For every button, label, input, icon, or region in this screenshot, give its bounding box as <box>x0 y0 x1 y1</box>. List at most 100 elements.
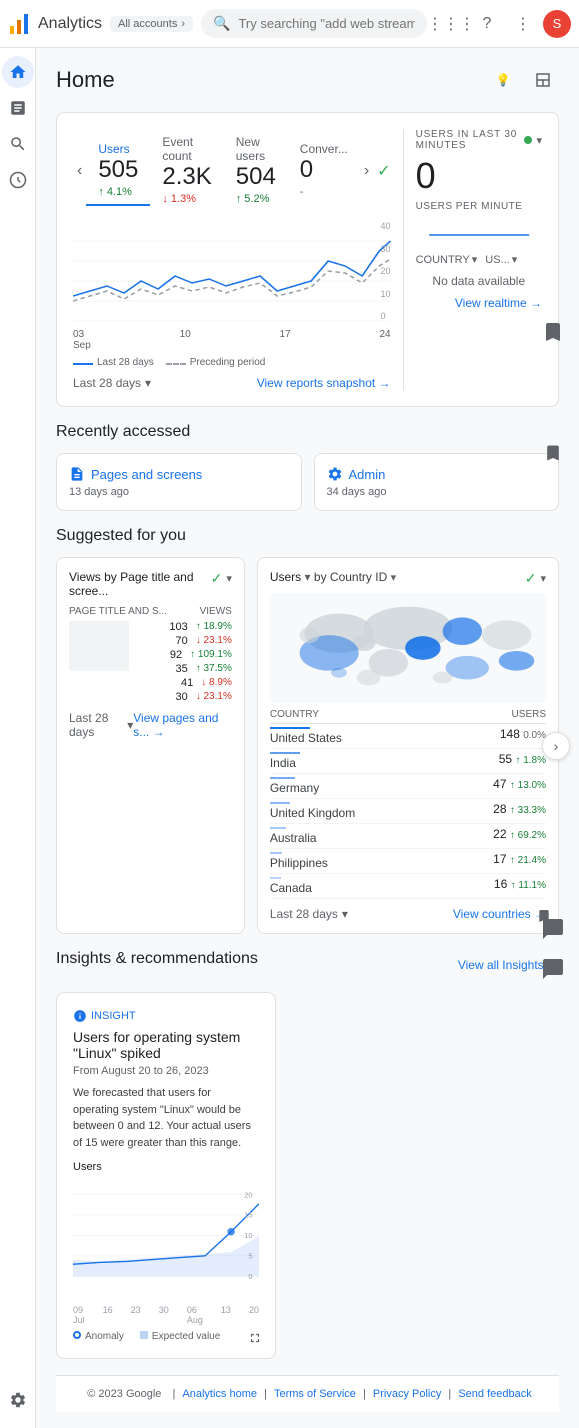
sidebar-item-reports[interactable] <box>2 92 34 124</box>
recent-item-pages[interactable]: Pages and screens 13 days ago <box>56 453 302 511</box>
svg-text:10: 10 <box>244 1231 252 1240</box>
compare-icon[interactable] <box>527 64 559 96</box>
recent-pages-sub: 13 days ago <box>69 486 289 498</box>
tab-event-count[interactable]: Event count 2.3K ↓ 1.3% <box>150 129 223 213</box>
country-row-germany: Germany 47 ↑ 13.0% <box>270 774 546 799</box>
main-content: Home 💡 ‹ Users 505 ↑ 4.1% <box>36 48 579 1428</box>
metrics-left: ‹ Users 505 ↑ 4.1% Event count 2.3K ↓ 1.… <box>73 129 391 390</box>
metrics-row: ‹ Users 505 ↑ 4.1% Event count 2.3K ↓ 1.… <box>73 129 542 390</box>
suggested-next-btn[interactable]: › <box>542 732 570 760</box>
home-icon <box>9 63 27 81</box>
recently-accessed-grid: Pages and screens 13 days ago Admin 34 d… <box>56 453 559 511</box>
country-row-us: United States 148 0.0% <box>270 724 546 749</box>
view-pages-link[interactable]: View pages and s... → <box>133 711 232 739</box>
analytics-logo-icon <box>8 12 32 36</box>
metrics-chart-svg <box>73 221 391 321</box>
more-icon[interactable]: ⋮ <box>507 8 539 40</box>
app-logo: Analytics <box>8 12 102 36</box>
tab-users[interactable]: Users 505 ↑ 4.1% <box>86 136 150 206</box>
apps-icon[interactable]: ⋮⋮⋮ <box>435 8 467 40</box>
search-bar[interactable]: 🔍 <box>201 9 427 38</box>
search-input[interactable] <box>238 16 415 31</box>
insights-header: Insights & recommendations View all Insi… <box>56 950 559 980</box>
check-icon: ✓ <box>211 570 223 587</box>
card2-date-range[interactable]: Last 28 days ▾ <box>270 907 348 921</box>
avatar[interactable]: S <box>543 10 571 38</box>
date-range-selector[interactable]: Last 28 days ▾ <box>73 376 151 390</box>
country-row-canada: Canada 16 ↑ 11.1% <box>270 874 546 899</box>
suggested-card-countries: Users ▾ by Country ID ▾ ✓ ▾ <box>257 557 559 934</box>
suggested-card1-header: Views by Page title and scree... ✓ ▾ <box>69 570 232 600</box>
sidebar-item-advertising[interactable] <box>2 164 34 196</box>
insights-section: Insights & recommendations View all Insi… <box>56 950 559 1359</box>
sidebar-item-settings[interactable] <box>2 1384 34 1416</box>
lightbulb-icon[interactable]: 💡 <box>487 64 519 96</box>
footer-link-feedback[interactable]: Send feedback <box>458 1388 531 1400</box>
footer-link-privacy[interactable]: Privacy Policy <box>373 1388 441 1400</box>
suggested-card1-columns: PAGE TITLE AND S... VIEWS <box>69 606 232 617</box>
floating-chat-btn-1[interactable] <box>541 917 565 944</box>
country-row-australia: Australia 22 ↑ 69.2% <box>270 824 546 849</box>
suggested-card2-header: Users ▾ by Country ID ▾ ✓ ▾ <box>270 570 546 587</box>
sidebar-item-home[interactable] <box>2 56 34 88</box>
view-countries-link[interactable]: View countries → <box>453 907 546 921</box>
realtime-header: USERS IN LAST 30 MINUTES ▾ <box>416 129 542 151</box>
floating-chat-btn-2[interactable] <box>541 957 565 984</box>
country-filter: COUNTRY ▾ US... ▾ <box>416 253 542 266</box>
tab-conversions[interactable]: Conver... 0 - <box>288 136 360 206</box>
realtime-status: ▾ <box>524 134 542 147</box>
prev-metric-btn[interactable]: ‹ <box>73 158 86 184</box>
green-dot-icon <box>524 136 532 144</box>
recent-item-admin[interactable]: Admin 34 days ago <box>314 453 560 511</box>
recent-pages-title: Pages and screens <box>69 466 289 482</box>
insights-title: Insights & recommendations <box>56 950 258 968</box>
page-header: Home 💡 <box>56 64 559 96</box>
insights-card: INSIGHT Users for operating system "Linu… <box>56 992 276 1359</box>
floating-save-btn[interactable] <box>541 320 565 347</box>
sidebar-bottom <box>2 1384 34 1428</box>
world-map-svg <box>270 593 546 703</box>
sidebar <box>0 48 36 1428</box>
app-title: Analytics <box>38 15 102 33</box>
world-map <box>270 593 546 703</box>
view-reports-link[interactable]: View reports snapshot → <box>257 376 391 390</box>
realtime-subtitle: USERS PER MINUTE <box>416 201 542 212</box>
country-table: COUNTRY USERS United States 148 0.0% <box>270 709 546 899</box>
us-filter-btn[interactable]: US... ▾ <box>485 253 517 266</box>
footer-link-tos[interactable]: Terms of Service <box>274 1388 356 1400</box>
suggested-section: Suggested for you Views by Page title an… <box>56 527 559 934</box>
chart-footer: Last 28 days ▾ View reports snapshot → <box>73 376 391 390</box>
card1-date-range[interactable]: Last 28 days ▾ <box>69 711 133 739</box>
next-metric-btn[interactable]: › <box>360 158 373 184</box>
insight-tag: INSIGHT <box>73 1009 259 1023</box>
realtime-footer: View realtime → <box>416 296 542 310</box>
footer-copyright: © 2023 Google <box>87 1388 161 1400</box>
svg-text:5: 5 <box>248 1252 252 1261</box>
sidebar-item-explore[interactable] <box>2 128 34 160</box>
advertising-icon <box>9 171 27 189</box>
help-icon[interactable]: ? <box>471 8 503 40</box>
page-title: Home <box>56 67 115 93</box>
expand-icon[interactable] <box>243 1326 267 1350</box>
tab-new-users[interactable]: New users 504 ↑ 5.2% <box>224 129 288 213</box>
insight-text: We forecasted that users for operating s… <box>73 1085 259 1151</box>
suggested-grid: Views by Page title and scree... ✓ ▾ PAG… <box>56 557 559 934</box>
insight-date: From August 20 to 26, 2023 <box>73 1065 259 1077</box>
suggested-card-views: Views by Page title and scree... ✓ ▾ PAG… <box>56 557 245 934</box>
footer-link-analytics[interactable]: Analytics home <box>182 1388 257 1400</box>
svg-text:15: 15 <box>244 1211 252 1220</box>
footer-sep1: | <box>172 1388 178 1400</box>
topbar: Analytics All accounts › 🔍 ⋮⋮⋮ ? ⋮ S <box>0 0 579 48</box>
suggested-card2-footer: Last 28 days ▾ View countries → <box>270 907 546 921</box>
insight-chart-svg: 20 15 10 5 0 <box>73 1181 259 1301</box>
no-data-label: No data available <box>416 274 542 288</box>
recent-admin-title: Admin <box>327 466 547 482</box>
account-selector[interactable]: All accounts › <box>110 16 193 32</box>
insight-users-label: Users <box>73 1161 259 1173</box>
pages-icon <box>69 466 85 482</box>
save-recently-icon[interactable] <box>543 443 563 466</box>
view-realtime-link[interactable]: View realtime → <box>455 296 542 310</box>
search-icon: 🔍 <box>213 15 230 32</box>
country-filter-btn[interactable]: COUNTRY ▾ <box>416 253 478 266</box>
country-row-philippines: Philippines 17 ↑ 21.4% <box>270 849 546 874</box>
